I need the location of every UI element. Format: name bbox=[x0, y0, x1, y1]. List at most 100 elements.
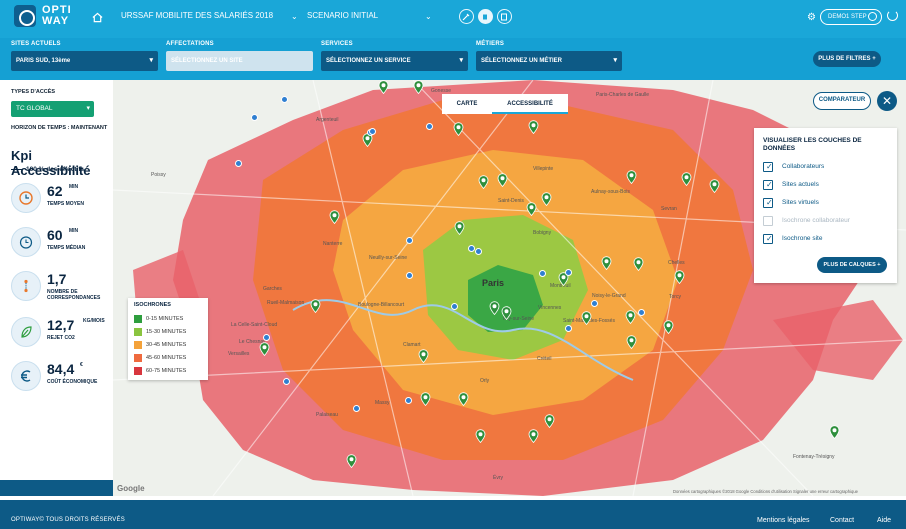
collaborator-pin-icon[interactable] bbox=[663, 320, 674, 334]
place-label: Chelles bbox=[668, 260, 685, 266]
kpi-value: 1,7 bbox=[47, 271, 67, 287]
contact-link[interactable]: Contact bbox=[830, 517, 854, 524]
collaborator-pin-icon[interactable] bbox=[454, 221, 465, 235]
checkbox-checked-icon[interactable]: ✓ bbox=[763, 234, 773, 244]
site-marker-icon[interactable] bbox=[406, 237, 413, 244]
checkbox-checked-icon[interactable]: ✓ bbox=[763, 198, 773, 208]
collaborator-pin-icon[interactable] bbox=[478, 175, 489, 189]
site-marker-icon[interactable] bbox=[638, 309, 645, 316]
collaborator-pin-icon[interactable] bbox=[526, 202, 537, 216]
legal-link[interactable]: Mentions légales bbox=[757, 517, 810, 524]
metiers-select[interactable]: SÉLECTIONNEZ UN MÉTIER ▾ bbox=[476, 51, 622, 71]
site-marker-icon[interactable] bbox=[263, 334, 270, 341]
site-marker-icon[interactable] bbox=[426, 123, 433, 130]
left-panel-footer bbox=[0, 480, 113, 496]
site-marker-icon[interactable] bbox=[281, 96, 288, 103]
collaborator-pin-icon[interactable] bbox=[453, 122, 464, 136]
site-marker-icon[interactable] bbox=[565, 269, 572, 276]
close-icon[interactable]: ✕ bbox=[877, 91, 897, 111]
collaborator-pin-icon[interactable] bbox=[378, 80, 389, 94]
collaborator-pin-icon[interactable] bbox=[601, 256, 612, 270]
collaborator-pin-icon[interactable] bbox=[709, 179, 720, 193]
optiway-logo[interactable]: OPTI WAY bbox=[14, 5, 72, 27]
site-marker-icon[interactable] bbox=[405, 397, 412, 404]
site-marker-icon[interactable] bbox=[591, 300, 598, 307]
affectations-select[interactable]: SÉLECTIONNEZ UN SITE bbox=[166, 51, 313, 71]
logout-power-icon[interactable] bbox=[887, 10, 898, 21]
kpi-subtitle: 100 % des effectifs bbox=[11, 166, 84, 173]
user-menu-button[interactable]: DEMO1 STEP bbox=[820, 9, 882, 25]
checkbox-unchecked-icon[interactable] bbox=[763, 216, 773, 226]
site-marker-icon[interactable] bbox=[369, 128, 376, 135]
collaborator-pin-icon[interactable] bbox=[681, 172, 692, 186]
collaborator-pin-icon[interactable] bbox=[501, 306, 512, 320]
place-label: Saint-Denis bbox=[498, 198, 524, 204]
collaborator-pin-icon[interactable] bbox=[346, 454, 357, 468]
collaborator-pin-icon[interactable] bbox=[329, 210, 340, 224]
kpi-value: 12,7 bbox=[47, 317, 75, 333]
delete-scenario-button[interactable] bbox=[478, 9, 493, 24]
collaborator-pin-icon[interactable] bbox=[420, 392, 431, 406]
place-label: Clamart bbox=[403, 342, 421, 348]
affectations-label: AFFECTATIONS bbox=[166, 41, 214, 47]
collaborator-pin-icon[interactable] bbox=[310, 299, 321, 313]
tab-carte[interactable]: CARTE bbox=[442, 94, 492, 114]
collaborator-pin-icon[interactable] bbox=[829, 425, 840, 439]
site-marker-icon[interactable] bbox=[283, 378, 290, 385]
kpi-label: TEMPS MOYEN bbox=[47, 201, 84, 207]
collaborator-pin-icon[interactable] bbox=[413, 80, 424, 94]
collaborator-pin-icon[interactable] bbox=[544, 414, 555, 428]
scenario-select[interactable]: SCENARIO INITIAL ⌄ bbox=[307, 11, 433, 21]
collaborator-pin-icon[interactable] bbox=[528, 429, 539, 443]
collaborator-pin-icon[interactable] bbox=[674, 270, 685, 284]
sites-select[interactable]: PARIS SUD, 13ème ▾ bbox=[11, 51, 158, 71]
site-marker-icon[interactable] bbox=[539, 270, 546, 277]
project-select[interactable]: URSSAF MOBILITE DES SALARIÉS 2018 ⌄ bbox=[121, 11, 299, 21]
collaborator-pin-icon[interactable] bbox=[626, 335, 637, 349]
collaborator-pin-icon[interactable] bbox=[497, 173, 508, 187]
collaborator-pin-icon[interactable] bbox=[475, 429, 486, 443]
route-icon bbox=[24, 279, 28, 293]
more-filters-button[interactable]: PLUS DE FILTRES + bbox=[813, 51, 881, 67]
site-marker-icon[interactable] bbox=[565, 325, 572, 332]
collaborator-pin-icon[interactable] bbox=[581, 311, 592, 325]
site-marker-icon[interactable] bbox=[353, 405, 360, 412]
collaborator-pin-icon[interactable] bbox=[458, 392, 469, 406]
site-marker-icon[interactable] bbox=[235, 160, 242, 167]
collaborator-pin-icon[interactable] bbox=[633, 257, 644, 271]
access-type-select[interactable]: TC GLOBAL ▾ bbox=[11, 101, 94, 117]
services-select[interactable]: SÉLECTIONNEZ UN SERVICE ▾ bbox=[321, 51, 468, 71]
comparateur-button[interactable]: COMPARATEUR bbox=[813, 92, 871, 110]
map-view[interactable]: Poissy Argenteuil Saint-Denis Paris-Char… bbox=[113, 80, 906, 496]
kpi-value: 62 bbox=[47, 183, 63, 199]
collaborator-pin-icon[interactable] bbox=[259, 342, 270, 356]
collaborator-pin-icon[interactable] bbox=[625, 310, 636, 324]
app-root: OPTI WAY URSSAF MOBILITE DES SALARIÉS 20… bbox=[0, 0, 906, 529]
metiers-select-value: SÉLECTIONNEZ UN MÉTIER bbox=[481, 58, 563, 64]
site-marker-icon[interactable] bbox=[406, 272, 413, 279]
more-layers-button[interactable]: PLUS DE CALQUES + bbox=[817, 257, 887, 273]
site-marker-icon[interactable] bbox=[468, 245, 475, 252]
home-icon[interactable] bbox=[92, 12, 103, 23]
collaborator-pin-icon[interactable] bbox=[626, 170, 637, 184]
kpi-unit: KG/MOIS bbox=[83, 318, 105, 324]
services-label: SERVICES bbox=[321, 41, 353, 47]
site-marker-icon[interactable] bbox=[451, 303, 458, 310]
map-attribution[interactable]: Données cartographiques ©2018 Google Con… bbox=[673, 489, 858, 494]
kpi-unit: MIN bbox=[69, 228, 79, 234]
site-marker-icon[interactable] bbox=[475, 248, 482, 255]
gear-icon[interactable]: ⚙ bbox=[807, 12, 816, 23]
collaborator-pin-icon[interactable] bbox=[418, 349, 429, 363]
collaborator-pin-icon[interactable] bbox=[541, 192, 552, 206]
collaborator-pin-icon[interactable] bbox=[489, 301, 500, 315]
collaborator-pin-icon[interactable] bbox=[528, 120, 539, 134]
kpi-label: REJET CO2 bbox=[47, 335, 75, 341]
site-marker-icon[interactable] bbox=[251, 114, 258, 121]
copy-scenario-button[interactable] bbox=[497, 9, 512, 24]
checkbox-checked-icon[interactable]: ✓ bbox=[763, 180, 773, 190]
edit-scenario-button[interactable] bbox=[459, 9, 474, 24]
checkbox-checked-icon[interactable]: ✓ bbox=[763, 162, 773, 172]
help-link[interactable]: Aide bbox=[877, 517, 891, 524]
tab-accessibilite[interactable]: ACCESSIBILITÉ bbox=[492, 94, 568, 114]
chevron-down-icon: ▾ bbox=[149, 57, 153, 64]
